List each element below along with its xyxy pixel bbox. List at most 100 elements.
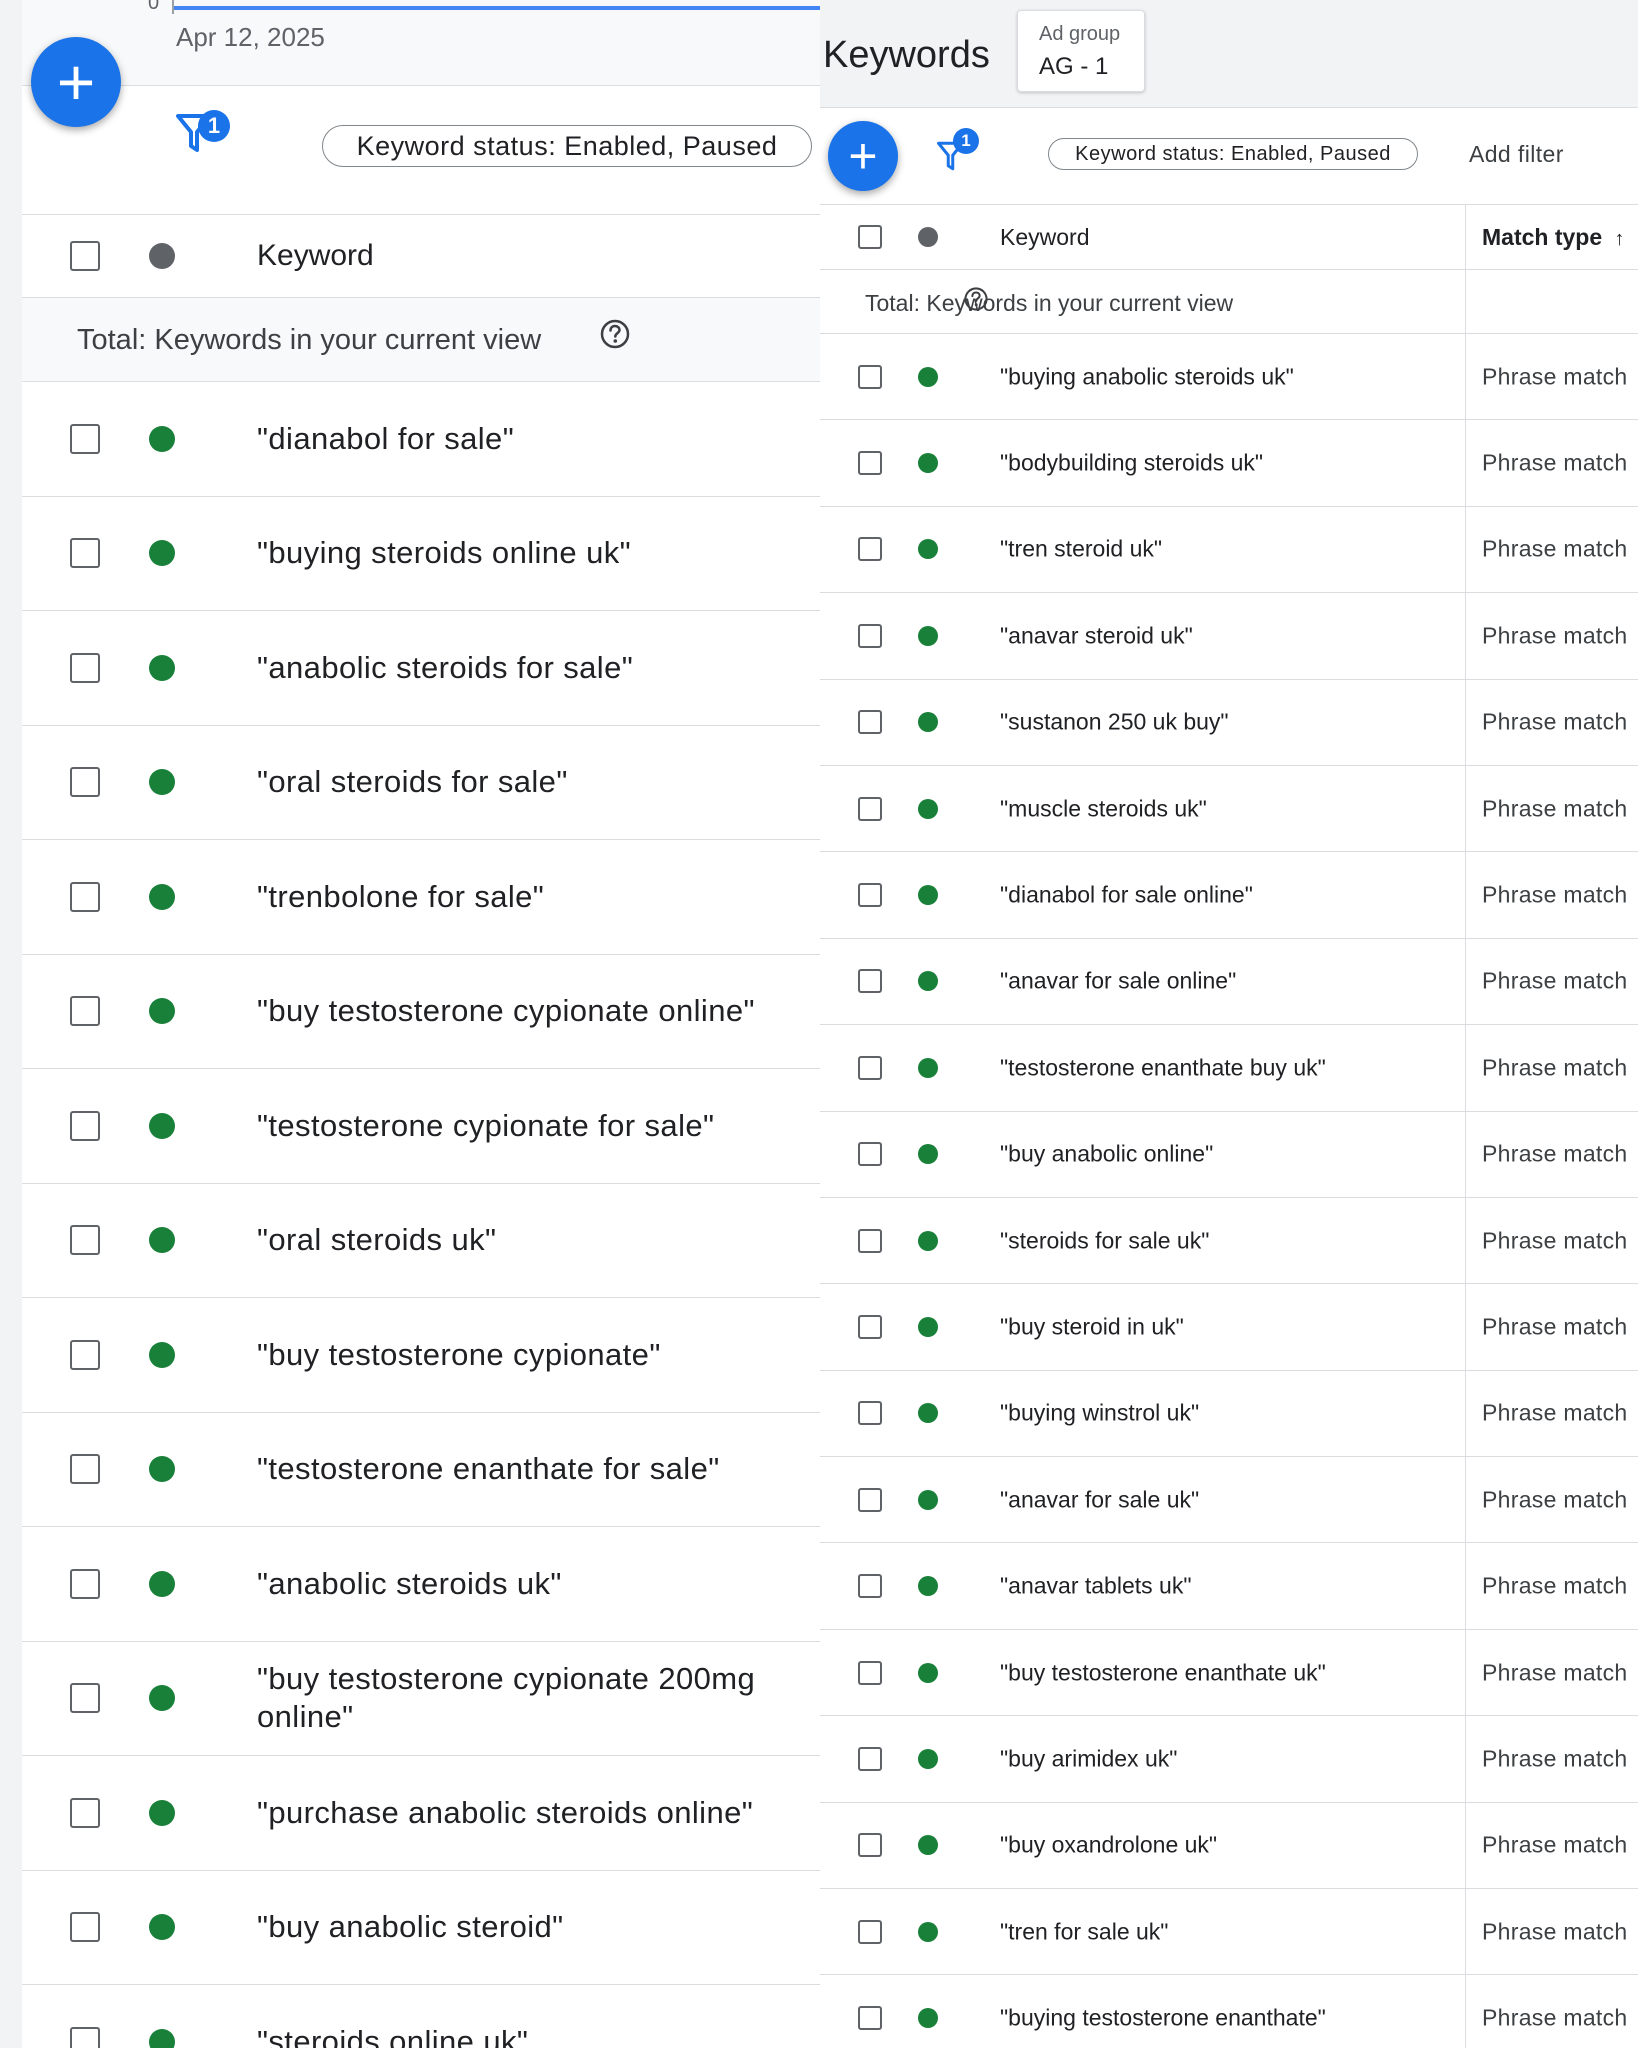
table-row[interactable]: "buy steroid in uk" Phrase match: [820, 1284, 1638, 1371]
keyword-text[interactable]: "tren steroid uk": [1000, 536, 1162, 563]
table-row[interactable]: "testosterone enanthate buy uk" Phrase ma…: [820, 1025, 1638, 1112]
row-checkbox[interactable]: [70, 881, 100, 912]
table-row[interactable]: "steroids for sale uk" Phrase match: [820, 1198, 1638, 1285]
row-checkbox[interactable]: [858, 1574, 882, 1599]
row-checkbox[interactable]: [858, 1660, 882, 1685]
add-keyword-button[interactable]: +: [828, 121, 898, 191]
filter-button[interactable]: 1: [937, 128, 979, 172]
table-row[interactable]: "dianabol for sale online" Phrase match: [820, 852, 1638, 939]
table-row[interactable]: "anavar for sale online" Phrase match: [820, 939, 1638, 1026]
row-checkbox[interactable]: [70, 1568, 100, 1599]
table-row[interactable]: "testosterone enanthate for sale": [22, 1412, 820, 1527]
row-checkbox[interactable]: [70, 1683, 100, 1714]
match-type-column-header[interactable]: Match type ↑: [1482, 224, 1625, 251]
row-checkbox[interactable]: [858, 1314, 882, 1339]
filter-button[interactable]: 1: [176, 110, 230, 154]
keyword-text[interactable]: "bodybuilding steroids uk": [1000, 450, 1263, 477]
keyword-column-header[interactable]: Keyword: [257, 239, 374, 273]
row-checkbox[interactable]: [70, 1797, 100, 1828]
row-checkbox[interactable]: [858, 883, 882, 908]
table-row[interactable]: "anabolic steroids for sale": [22, 611, 820, 726]
row-checkbox[interactable]: [70, 652, 100, 683]
table-row[interactable]: "tren steroid uk" Phrase match: [820, 507, 1638, 594]
keyword-text[interactable]: "buy arimidex uk": [1000, 1745, 1177, 1772]
table-row[interactable]: "buy anabolic online" Phrase match: [820, 1112, 1638, 1198]
keyword-text[interactable]: "buy testosterone cypionate 200mg online…: [257, 1660, 797, 1736]
row-checkbox[interactable]: [858, 969, 882, 994]
table-row[interactable]: "buy arimidex uk" Phrase match: [820, 1716, 1638, 1803]
table-row[interactable]: "steroids online uk": [22, 1985, 820, 2048]
help-icon[interactable]: [963, 286, 989, 312]
keyword-text[interactable]: "buy testosterone cypionate": [257, 1336, 797, 1374]
keyword-text[interactable]: "buying winstrol uk": [1000, 1400, 1199, 1427]
keyword-text[interactable]: "anabolic steroids uk": [257, 1565, 797, 1603]
keyword-text[interactable]: "buying steroids online uk": [257, 534, 797, 572]
keyword-text[interactable]: "buying anabolic steroids uk": [1000, 363, 1294, 390]
table-row[interactable]: "muscle steroids uk" Phrase match: [820, 766, 1638, 853]
keyword-text[interactable]: "buy anabolic steroid": [257, 1908, 797, 1946]
row-checkbox[interactable]: [858, 364, 882, 389]
table-row[interactable]: "buying winstrol uk" Phrase match: [820, 1371, 1638, 1458]
row-checkbox[interactable]: [858, 710, 882, 735]
table-row[interactable]: "tren for sale uk" Phrase match: [820, 1889, 1638, 1976]
row-checkbox[interactable]: [70, 996, 100, 1027]
keyword-text[interactable]: "anavar tablets uk": [1000, 1573, 1192, 1600]
table-row[interactable]: "oral steroids uk": [22, 1183, 820, 1298]
keyword-text[interactable]: "anavar for sale online": [1000, 968, 1236, 995]
table-row[interactable]: "buying anabolic steroids uk" Phrase matc…: [820, 334, 1638, 421]
keyword-column-header[interactable]: Keyword: [1000, 224, 1089, 251]
keyword-status-chip[interactable]: Keyword status: Enabled, Paused: [1048, 138, 1418, 170]
keyword-text[interactable]: "purchase anabolic steroids online": [257, 1794, 797, 1832]
row-checkbox[interactable]: [70, 767, 100, 798]
table-row[interactable]: "buy anabolic steroid": [22, 1870, 820, 1985]
table-row[interactable]: "buy testosterone enanthate uk" Phrase ma…: [820, 1630, 1638, 1717]
keyword-text[interactable]: "testosterone enanthate for sale": [257, 1450, 797, 1488]
keyword-status-chip[interactable]: Keyword status: Enabled, Paused: [322, 125, 812, 167]
row-checkbox[interactable]: [70, 2026, 100, 2048]
select-all-checkbox[interactable]: [70, 241, 100, 271]
row-checkbox[interactable]: [858, 796, 882, 821]
row-checkbox[interactable]: [858, 623, 882, 648]
row-checkbox[interactable]: [858, 1833, 882, 1858]
table-row[interactable]: "anavar tablets uk" Phrase match: [820, 1543, 1638, 1630]
ad-group-selector[interactable]: Ad group AG - 1: [1017, 10, 1145, 92]
row-checkbox[interactable]: [70, 1339, 100, 1370]
keyword-text[interactable]: "buy anabolic online": [1000, 1141, 1213, 1168]
table-row[interactable]: "buy testosterone cypionate online": [22, 954, 820, 1069]
row-checkbox[interactable]: [858, 537, 882, 562]
row-checkbox[interactable]: [858, 1142, 882, 1167]
row-checkbox[interactable]: [858, 1055, 882, 1080]
table-row[interactable]: "anavar steroid uk" Phrase match: [820, 593, 1638, 680]
table-row[interactable]: "buy testosterone cypionate": [22, 1298, 820, 1413]
table-row[interactable]: "buying testosterone enanthate" Phrase ma…: [820, 1975, 1638, 2048]
row-checkbox[interactable]: [858, 2006, 882, 2031]
keyword-text[interactable]: "steroids for sale uk": [1000, 1227, 1209, 1254]
table-row[interactable]: "buying steroids online uk": [22, 496, 820, 611]
row-checkbox[interactable]: [70, 1454, 100, 1485]
table-row[interactable]: "trenbolone for sale": [22, 840, 820, 955]
keyword-text[interactable]: "testosterone enanthate buy uk": [1000, 1054, 1326, 1081]
keyword-text[interactable]: "anabolic steroids for sale": [257, 649, 797, 687]
add-keyword-button[interactable]: +: [31, 37, 121, 127]
keyword-text[interactable]: "dianabol for sale": [257, 420, 797, 458]
keyword-text[interactable]: "buy steroid in uk": [1000, 1313, 1184, 1340]
keyword-text[interactable]: "anavar for sale uk": [1000, 1486, 1199, 1513]
keyword-text[interactable]: "buying testosterone enanthate": [1000, 2005, 1326, 2032]
table-row[interactable]: "buy testosterone cypionate 200mg online…: [22, 1641, 820, 1756]
table-row[interactable]: "dianabol for sale": [22, 382, 820, 497]
keyword-text[interactable]: "sustanon 250 uk buy": [1000, 709, 1229, 736]
table-row[interactable]: "buy oxandrolone uk" Phrase match: [820, 1803, 1638, 1890]
keyword-text[interactable]: "testosterone cypionate for sale": [257, 1107, 797, 1145]
row-checkbox[interactable]: [70, 538, 100, 569]
keyword-text[interactable]: "muscle steroids uk": [1000, 795, 1207, 822]
table-row[interactable]: "oral steroids for sale": [22, 725, 820, 840]
row-checkbox[interactable]: [70, 1912, 100, 1943]
table-row[interactable]: "purchase anabolic steroids online": [22, 1756, 820, 1871]
row-checkbox[interactable]: [858, 451, 882, 476]
row-checkbox[interactable]: [70, 423, 100, 454]
table-row[interactable]: "anavar for sale uk" Phrase match: [820, 1457, 1638, 1544]
row-checkbox[interactable]: [858, 1487, 882, 1512]
row-checkbox[interactable]: [858, 1401, 882, 1426]
select-all-checkbox[interactable]: [858, 225, 882, 249]
add-filter-button[interactable]: Add filter: [1469, 141, 1564, 168]
